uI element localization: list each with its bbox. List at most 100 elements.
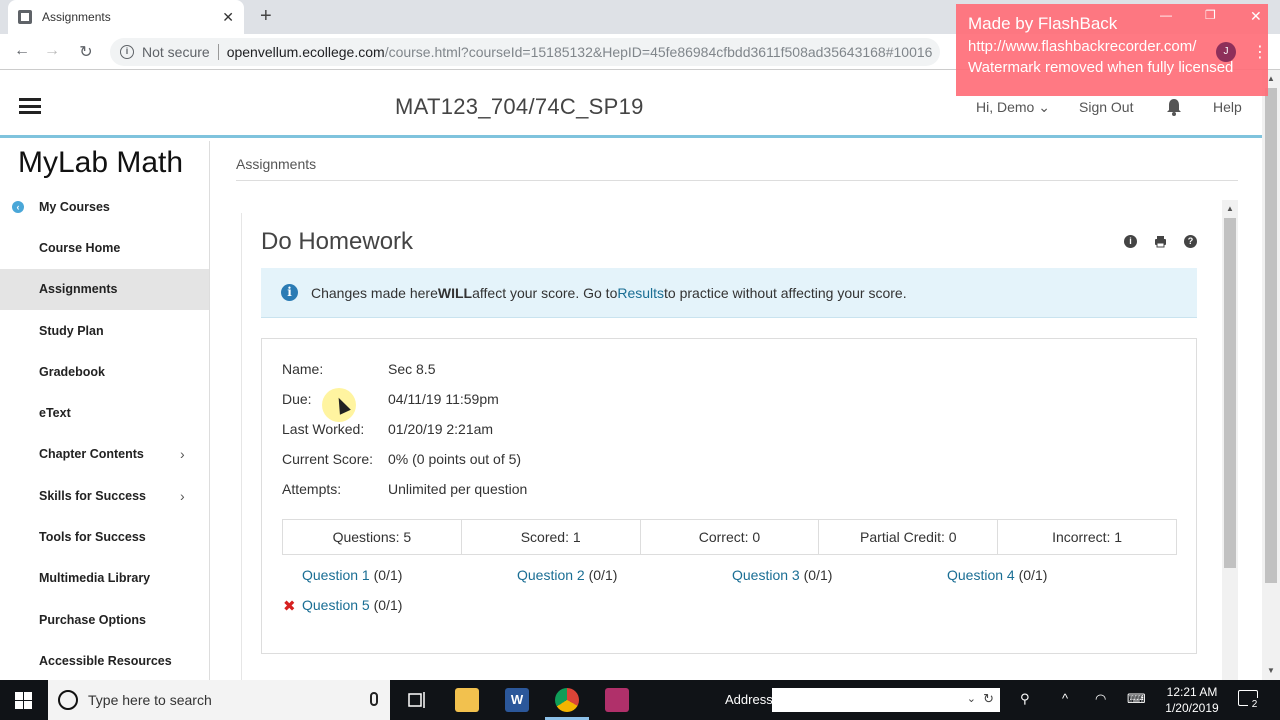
url-path: /course.html?courseId=15185132&HepID=45f… xyxy=(384,44,933,60)
word-icon[interactable]: W xyxy=(505,688,529,712)
detail-label: Last Worked: xyxy=(282,421,365,437)
back-circle-icon: ‹ xyxy=(12,200,24,213)
sidebar-item-course-home[interactable]: Course Home xyxy=(0,227,209,268)
refresh-icon[interactable]: ↻ xyxy=(983,691,994,707)
sidebar-item-label: Gradebook xyxy=(39,364,105,379)
page-favicon-icon xyxy=(18,10,32,24)
question-stats-bar: Questions: 5 Scored: 1 Correct: 0 Partia… xyxy=(282,519,1177,555)
results-link[interactable]: Results xyxy=(617,285,664,301)
alert-text-mid: affect your score. Go to xyxy=(472,284,618,301)
scroll-down-icon[interactable]: ▼ xyxy=(1262,666,1280,675)
question-3-link[interactable]: Question 3 xyxy=(732,567,800,583)
user-menu-dropdown[interactable]: Hi, Demo ⌄ xyxy=(976,99,1050,116)
question-4-link[interactable]: Question 4 xyxy=(947,567,1015,583)
sidebar-item-my-courses[interactable]: ‹ My Courses xyxy=(0,186,209,227)
page-scrollbar[interactable]: ▲ ▼ xyxy=(1262,70,1280,680)
microphone-icon[interactable] xyxy=(370,692,378,706)
site-info-icon[interactable]: i xyxy=(120,45,134,59)
sidebar-item-assignments[interactable]: Assignments xyxy=(0,268,209,310)
detail-value: Sec 8.5 xyxy=(388,361,436,377)
keyboard-icon[interactable]: ⌨ xyxy=(1127,691,1146,707)
stat-correct: Correct: 0 xyxy=(641,520,820,554)
sign-out-link[interactable]: Sign Out xyxy=(1079,99,1133,115)
back-arrow-icon[interactable]: ← xyxy=(6,42,38,60)
forward-arrow-icon[interactable]: → xyxy=(36,42,68,60)
scroll-up-icon[interactable]: ▲ xyxy=(1222,204,1238,213)
chevron-down-icon[interactable]: ⌄ xyxy=(967,692,976,705)
sidebar-item-chapter-contents[interactable]: Chapter Contents › xyxy=(0,434,209,475)
sidebar-item-skills-for-success[interactable]: Skills for Success › xyxy=(0,475,209,516)
windows-start-icon[interactable] xyxy=(15,692,32,709)
sidebar-item-label: Chapter Contents xyxy=(39,447,144,462)
chevron-up-icon[interactable]: ^ xyxy=(1062,691,1068,706)
sidebar-item-accessible-resources[interactable]: Accessible Resources xyxy=(0,640,209,681)
address-toolbar-label: Address xyxy=(725,692,773,707)
minimize-window-icon[interactable]: — xyxy=(1160,8,1172,22)
hamburger-menu-icon[interactable] xyxy=(19,98,41,114)
question-score: (0/1) xyxy=(799,567,833,583)
cortana-icon xyxy=(58,690,78,710)
question-score: (0/1) xyxy=(584,567,618,583)
watermark-line-2: http://www.flashbackrecorder.com/ xyxy=(968,38,1197,55)
stat-questions: Questions: 5 xyxy=(283,520,462,554)
sidebar-item-label: Course Home xyxy=(39,240,121,255)
task-view-icon[interactable] xyxy=(405,688,429,712)
profile-avatar[interactable]: J xyxy=(1216,42,1236,62)
sidebar-item-tools-for-success[interactable]: Tools for Success xyxy=(0,516,209,557)
help-link[interactable]: Help xyxy=(1213,99,1242,115)
scrollbar-thumb[interactable] xyxy=(1265,88,1277,583)
chrome-icon[interactable] xyxy=(555,688,579,712)
taskbar-search-box[interactable]: Type here to search xyxy=(48,680,390,720)
question-2-link[interactable]: Question 2 xyxy=(517,567,585,583)
stat-incorrect: Incorrect: 1 xyxy=(1052,529,1123,545)
close-tab-icon[interactable]: ✕ xyxy=(222,9,234,26)
question-score: (0/1) xyxy=(369,567,403,583)
detail-row-name: Name: Sec 8.5 xyxy=(282,361,435,377)
wifi-icon[interactable]: ◠ xyxy=(1095,691,1106,707)
detail-row-current-score: Current Score: 0% (0 points out of 5) xyxy=(282,451,521,467)
print-icon[interactable] xyxy=(1154,235,1167,248)
breadcrumb[interactable]: Assignments xyxy=(236,156,316,172)
content-scrollbar[interactable]: ▲ xyxy=(1222,200,1238,680)
browser-tab-assignments[interactable]: Assignments ✕ xyxy=(8,0,244,34)
sidebar-item-label: My Courses xyxy=(39,199,110,214)
chevron-right-icon: › xyxy=(180,487,185,504)
sidebar-item-study-plan[interactable]: Study Plan xyxy=(0,310,209,351)
question-5-link[interactable]: Question 5 xyxy=(302,597,370,613)
sidebar-item-multimedia-library[interactable]: Multimedia Library xyxy=(0,558,209,599)
breadcrumb-divider xyxy=(236,180,1238,181)
flashback-recorder-icon[interactable] xyxy=(605,688,629,712)
sidebar-item-purchase-options[interactable]: Purchase Options xyxy=(0,599,209,640)
detail-label: Name: xyxy=(282,361,324,377)
people-icon[interactable]: ⚲ xyxy=(1020,691,1030,707)
not-secure-label: Not secure xyxy=(142,44,210,60)
windows-taskbar: Type here to search W Address ⌄ ↻ ⚲ ^ ◠ … xyxy=(0,680,1280,720)
question-4-item: Question 4 (0/1) xyxy=(947,567,1047,583)
help-question-icon[interactable]: ? xyxy=(1184,235,1197,248)
address-bar[interactable]: i Not secure openvellum.ecollege.com/cou… xyxy=(110,38,940,66)
info-icon[interactable]: i xyxy=(1124,235,1137,248)
file-explorer-icon[interactable] xyxy=(455,688,479,712)
detail-label: Attempts: xyxy=(282,481,342,497)
sidebar-item-label: Skills for Success xyxy=(39,488,147,503)
browser-menu-icon[interactable]: ⋮ xyxy=(1252,42,1268,62)
scrollbar-thumb[interactable] xyxy=(1224,218,1236,568)
close-window-icon[interactable]: ✕ xyxy=(1250,8,1262,25)
question-1-link[interactable]: Question 1 xyxy=(302,567,370,583)
detail-row-due: Due: 04/11/19 11:59pm xyxy=(282,391,499,407)
address-toolbar-input[interactable]: ⌄ ↻ xyxy=(772,688,1000,712)
page-title: Do Homework xyxy=(261,228,414,255)
alert-text-post: to practice without affecting your score… xyxy=(664,284,907,301)
notification-bell-icon[interactable] xyxy=(1166,98,1182,116)
maximize-window-icon[interactable]: ❐ xyxy=(1205,8,1216,22)
sidebar-item-label: Tools for Success xyxy=(39,530,146,545)
system-clock[interactable]: 12:21 AM 1/20/2019 xyxy=(1160,684,1224,716)
mylab-math-brand: MyLab Math xyxy=(18,146,184,179)
notification-count-badge: 2 xyxy=(1248,698,1261,711)
clock-date: 1/20/2019 xyxy=(1165,701,1219,715)
detail-row-last-worked: Last Worked: 01/20/19 2:21am xyxy=(282,421,493,437)
sidebar-item-gradebook[interactable]: Gradebook xyxy=(0,351,209,392)
sidebar-item-etext[interactable]: eText xyxy=(0,392,209,433)
reload-icon[interactable]: ↻ xyxy=(70,42,102,62)
new-tab-button[interactable]: + xyxy=(260,5,272,28)
